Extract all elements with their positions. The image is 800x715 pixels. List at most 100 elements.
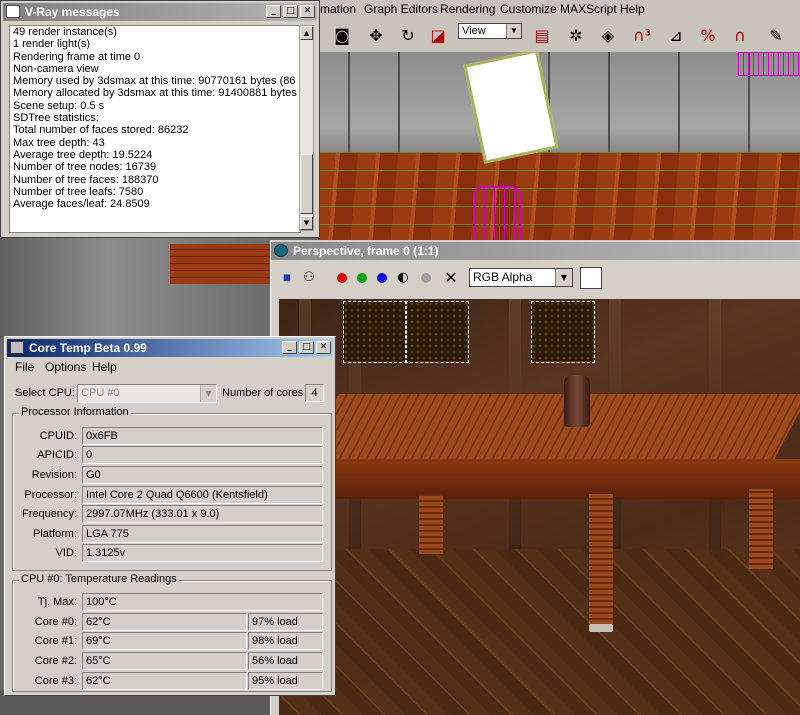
thermometer-icon (10, 341, 24, 354)
menu-item-customize[interactable]: Customize (500, 2, 557, 16)
log-line: Average faces/leaf: 24.8509 (13, 198, 150, 211)
vfb-title-bar[interactable]: Perspective, frame 0 (1:1) (271, 242, 800, 260)
core-label: Core #1: (34, 635, 77, 647)
minimize-icon[interactable]: _ (266, 5, 281, 18)
core-load-value: 95% load (248, 672, 323, 690)
menu-item-maxscript[interactable]: MAXScript (560, 2, 617, 16)
core-load-value: 98% load (248, 632, 323, 650)
percent-snap-icon[interactable]: % (696, 23, 720, 47)
wall-plank-line (608, 52, 610, 167)
chevron-down-icon[interactable]: ▼ (555, 269, 572, 286)
processor-info-title: Processor Information (19, 406, 131, 418)
core-label: Core #2: (34, 655, 77, 667)
minimize-icon[interactable]: _ (282, 341, 297, 354)
reference-coordinate-select[interactable]: View ▼ (458, 23, 522, 39)
move-icon[interactable]: ✥ (364, 23, 388, 47)
scroll-up-icon[interactable]: ▲ (300, 26, 313, 40)
vase-wireframe (473, 186, 521, 240)
wall-plank-line (348, 52, 350, 167)
log-line: Rendering frame at time 0 (13, 50, 141, 63)
log-line: 1 render light(s) (13, 38, 91, 51)
max-menu-bar: mation Graph Editors Rendering Customize… (300, 0, 800, 19)
close-icon[interactable]: ✕ (300, 5, 315, 18)
apicid-label: APICID: (37, 449, 77, 461)
log-line: 49 render instance(s) (13, 26, 117, 38)
max-main-toolbar: ◙ ✥ ↻ ◪ View ▼ ▤ ✲ ◈ ∩³ ⊿ % ∩ ✎ (318, 18, 800, 53)
object-wireframe (738, 52, 800, 76)
render-bucket-region (531, 301, 595, 363)
pivot-center-icon[interactable]: ▤ (530, 23, 554, 47)
monochrome-icon[interactable] (421, 273, 431, 283)
log-line: Average tree depth: 19.5224 (13, 148, 153, 161)
scale-icon[interactable]: ◪ (426, 23, 450, 47)
snaps-toggle-icon[interactable]: ∩³ (630, 23, 654, 47)
table-apron (309, 459, 800, 499)
log-line: Total number of faces stored: 86232 (13, 124, 189, 137)
render-bucket-region (343, 301, 407, 363)
viewport-left[interactable] (0, 238, 270, 338)
revision-label: Revision: (31, 469, 77, 481)
menu-item-options[interactable]: Options (45, 360, 86, 374)
select-cpu-dropdown[interactable]: CPU #0 ▼ (77, 384, 217, 403)
platform-value: LGA 775 (82, 525, 323, 543)
vray-message-log[interactable]: 49 render instance(s) 1 render light(s) … (9, 25, 301, 233)
keyboard-shortcut-toggle-icon[interactable]: ◈ (596, 23, 620, 47)
core-label: Core #0: (34, 616, 77, 628)
save-icon[interactable]: ▪ (279, 270, 295, 286)
red-channel-icon[interactable] (337, 273, 347, 283)
maximize-icon[interactable]: □ (299, 341, 314, 354)
scroll-thumb[interactable] (300, 154, 313, 214)
angle-snap-icon[interactable]: ⊿ (664, 23, 688, 47)
chevron-down-icon[interactable]: ▼ (200, 385, 216, 402)
coretemp-title-bar[interactable]: Core Temp Beta 0.99 _ □ ✕ (7, 339, 333, 357)
select-and-manipulate-icon[interactable]: ✲ (564, 23, 588, 47)
core-temp-value: 62°C (82, 672, 247, 690)
channel-select[interactable]: RGB Alpha ▼ (469, 268, 573, 287)
alpha-channel-icon[interactable]: ◐ (395, 270, 411, 286)
menu-item-rendering[interactable]: Rendering (440, 2, 495, 16)
temperature-readings-title: CPU #0: Temperature Readings (19, 573, 179, 585)
chevron-down-icon[interactable]: ▼ (506, 24, 521, 38)
table-leg-foot (589, 624, 613, 632)
window-icon (6, 5, 20, 18)
revision-value: G0 (82, 466, 323, 484)
spinner-snap-icon[interactable]: ∩ (728, 23, 752, 47)
menu-item-animation[interactable]: mation (320, 2, 356, 16)
blue-channel-icon[interactable] (377, 273, 387, 283)
core-label: Core #3: (34, 675, 77, 687)
menu-item-help[interactable]: Help (92, 360, 117, 374)
named-selection-icon[interactable]: ✎ (764, 23, 788, 47)
menu-item-file[interactable]: File (15, 360, 34, 374)
vid-label: VID: (55, 547, 77, 559)
core-temp-value: 62°C (82, 613, 247, 631)
menu-item-help[interactable]: Help (620, 2, 645, 16)
log-line: Number of tree leafs: 7580 (13, 185, 144, 198)
table-surface-wireframe (318, 152, 800, 240)
menu-item-graph-editors[interactable]: Graph Editors (364, 2, 438, 16)
vray-messages-window: V-Ray messages _ □ ✕ 49 render instance(… (0, 0, 320, 238)
vertical-scrollbar[interactable]: ▲ ▼ (299, 25, 314, 231)
core-temp-value: 69°C (82, 632, 247, 650)
viewport-top[interactable] (318, 52, 800, 240)
color-swatch[interactable] (580, 267, 602, 289)
scroll-down-icon[interactable]: ▼ (300, 216, 313, 230)
core-temp-value: 65°C (82, 652, 247, 670)
cpuid-label: CPUID: (39, 430, 77, 442)
rotate-icon[interactable]: ↻ (396, 23, 420, 47)
close-icon[interactable]: ✕ (316, 341, 331, 354)
log-line: Non-camera view (13, 62, 99, 75)
table-leg (749, 489, 773, 569)
vray-title-bar[interactable]: V-Ray messages _ □ ✕ (3, 3, 317, 21)
wall-plank-line (398, 52, 400, 167)
log-line: Number of tree faces: 188370 (13, 173, 159, 186)
clone-icon[interactable]: ⚇ (301, 270, 317, 286)
window-icon (274, 244, 288, 257)
table-top (301, 394, 800, 464)
window-title: V-Ray messages (25, 5, 120, 19)
green-channel-icon[interactable] (357, 273, 367, 283)
clear-icon[interactable]: ✕ (443, 270, 459, 286)
frequency-label: Frequency: (21, 508, 77, 520)
maximize-icon[interactable]: □ (283, 5, 298, 18)
select-region-icon[interactable]: ◙ (330, 23, 354, 47)
tjmax-value: 100°C (82, 593, 323, 611)
